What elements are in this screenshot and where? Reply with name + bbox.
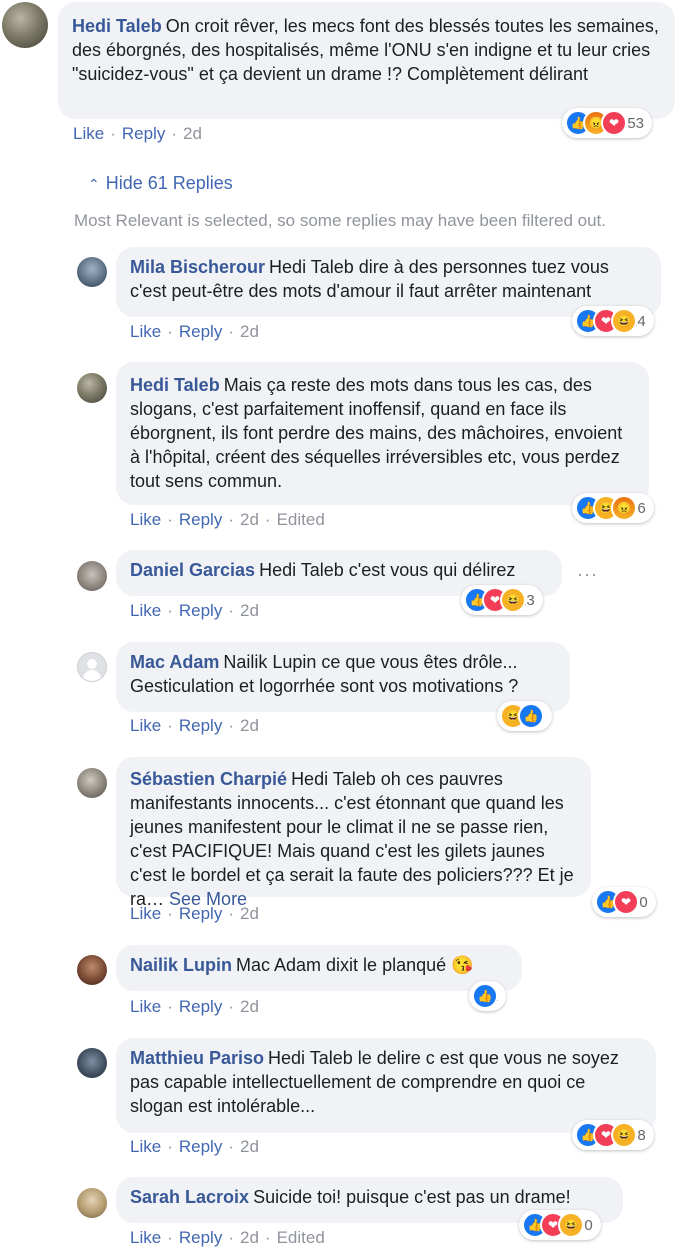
- reply-text: Suicide toi! puisque c'est pas un drame!: [253, 1187, 571, 1207]
- reply-bubble: Mila Bischerour Hedi Taleb dire à des per…: [116, 247, 661, 317]
- reply-author[interactable]: Sarah Lacroix: [130, 1187, 249, 1207]
- avatar[interactable]: [77, 561, 107, 591]
- reaction-summary[interactable]: 👍 ❤ 😆 30: [519, 1210, 601, 1240]
- avatar[interactable]: [77, 652, 107, 682]
- angry-icon: 😠: [611, 495, 637, 521]
- like-link[interactable]: Like: [130, 601, 161, 620]
- timestamp[interactable]: 2d: [240, 997, 259, 1016]
- love-icon: ❤: [601, 110, 627, 136]
- reply-text: Hedi Taleb c'est vous qui délirez: [259, 560, 516, 580]
- reply-link[interactable]: Reply: [179, 322, 222, 341]
- avatar[interactable]: [77, 1188, 107, 1218]
- reply-author[interactable]: Mila Bischerour: [130, 257, 265, 277]
- reaction-summary[interactable]: 👍 ❤ 60: [592, 887, 656, 917]
- reply-author[interactable]: Daniel Garcias: [130, 560, 255, 580]
- avatar[interactable]: [77, 373, 107, 403]
- reply-author[interactable]: Sébastien Charpié: [130, 769, 287, 789]
- reply-link[interactable]: Reply: [179, 997, 222, 1016]
- reply-author[interactable]: Hedi Taleb: [130, 375, 220, 395]
- reaction-summary[interactable]: 👍 ❤ 😆 48: [572, 1120, 654, 1150]
- timestamp[interactable]: 2d: [240, 904, 259, 923]
- haha-icon: 😆: [500, 587, 526, 613]
- filter-note: Most Relevant is selected, so some repli…: [74, 211, 606, 230]
- timestamp[interactable]: 2d: [240, 510, 259, 529]
- timestamp[interactable]: 2d: [240, 322, 259, 341]
- like-link[interactable]: Like: [130, 322, 161, 341]
- reaction-summary[interactable]: 👍 😆 😠 36: [572, 493, 654, 523]
- like-link[interactable]: Like: [73, 124, 104, 143]
- reply-text: Mac Adam dixit le planqué: [236, 955, 447, 975]
- reply-actions: Like · Reply · 2d: [130, 716, 259, 735]
- reply-actions: Like · Reply · 2d: [130, 904, 259, 923]
- reply-link[interactable]: Reply: [179, 1228, 222, 1247]
- reply-link[interactable]: Reply: [122, 124, 165, 143]
- reaction-summary[interactable]: 😆 👍 5: [497, 701, 553, 731]
- avatar[interactable]: [77, 768, 107, 798]
- haha-icon: 😆: [611, 308, 637, 334]
- like-link[interactable]: Like: [130, 510, 161, 529]
- reply-actions: Like · Reply · 2d · Edited: [130, 510, 325, 529]
- reply-link[interactable]: Reply: [179, 601, 222, 620]
- timestamp[interactable]: 2d: [183, 124, 202, 143]
- haha-icon: 😆: [611, 1122, 637, 1148]
- edited-label: Edited: [276, 1228, 325, 1247]
- reply-actions: Like · Reply · 2d: [130, 997, 259, 1016]
- reply-link[interactable]: Reply: [179, 904, 222, 923]
- default-avatar-body: [83, 670, 101, 681]
- reply-link[interactable]: Reply: [179, 510, 222, 529]
- reaction-summary[interactable]: 👍 ❤ 😆 23: [461, 585, 543, 615]
- reply-author[interactable]: Nailik Lupin: [130, 955, 232, 975]
- timestamp[interactable]: 2d: [240, 1228, 259, 1247]
- like-link[interactable]: Like: [130, 1137, 161, 1156]
- edited-label: Edited: [276, 510, 325, 529]
- reaction-summary[interactable]: 👍 ❤ 😆 24: [572, 306, 654, 336]
- reply-bubble: Hedi Taleb Mais ça reste des mots dans to…: [116, 362, 649, 505]
- comment-author[interactable]: Hedi Taleb: [72, 16, 162, 36]
- reply-link[interactable]: Reply: [179, 716, 222, 735]
- chevron-up-icon: ⌃: [88, 176, 100, 192]
- timestamp[interactable]: 2d: [240, 1137, 259, 1156]
- haha-icon: 😆: [558, 1212, 584, 1238]
- like-icon: 👍: [518, 703, 544, 729]
- comment-bubble: Hedi Taleb On croit rêver, les mecs font …: [58, 2, 675, 119]
- reply-actions: Like · Reply · 2d · Edited: [130, 1228, 325, 1247]
- timestamp[interactable]: 2d: [240, 716, 259, 735]
- reaction-summary[interactable]: 👍 😠 ❤ 653: [562, 108, 653, 138]
- like-link[interactable]: Like: [130, 716, 161, 735]
- comment-actions: Like · Reply · 2d: [73, 124, 202, 143]
- reply-actions: Like · Reply · 2d: [130, 601, 259, 620]
- reply-bubble: Matthieu Pariso Hedi Taleb le delire c es…: [116, 1038, 656, 1133]
- more-options-icon[interactable]: ···: [577, 564, 598, 585]
- avatar[interactable]: [77, 955, 107, 985]
- avatar[interactable]: [2, 2, 48, 48]
- reply-text: Hedi Taleb oh ces pauvres manifestants i…: [130, 769, 574, 909]
- hide-replies-link[interactable]: ⌃ Hide 61 Replies: [88, 173, 233, 194]
- like-link[interactable]: Like: [130, 1228, 161, 1247]
- like-link[interactable]: Like: [130, 997, 161, 1016]
- kiss-emoji: 😘: [451, 955, 474, 975]
- timestamp[interactable]: 2d: [240, 601, 259, 620]
- avatar[interactable]: [77, 257, 107, 287]
- reply-actions: Like · Reply · 2d: [130, 1137, 259, 1156]
- reply-author[interactable]: Mac Adam: [130, 652, 219, 672]
- reply-bubble: Nailik Lupin Mac Adam dixit le planqué 😘: [116, 945, 522, 991]
- like-link[interactable]: Like: [130, 904, 161, 923]
- avatar[interactable]: [77, 1048, 107, 1078]
- love-icon: ❤: [613, 889, 639, 915]
- default-avatar-icon: [87, 659, 97, 669]
- reply-bubble: Sébastien Charpié Hedi Taleb oh ces pauvr…: [116, 757, 591, 909]
- reaction-summary[interactable]: 👍 2: [469, 981, 507, 1011]
- reply-link[interactable]: Reply: [179, 1137, 222, 1156]
- reply-author[interactable]: Matthieu Pariso: [130, 1048, 264, 1068]
- like-icon: 👍: [472, 983, 498, 1009]
- reply-actions: Like · Reply · 2d: [130, 322, 259, 341]
- reply-bubble: Mac Adam Nailik Lupin ce que vous êtes dr…: [116, 642, 570, 712]
